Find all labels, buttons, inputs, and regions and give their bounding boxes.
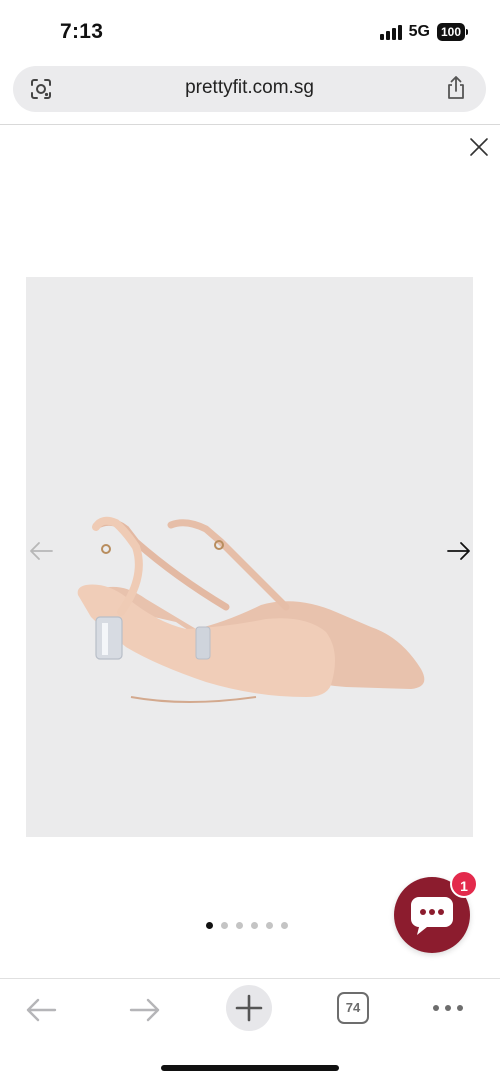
new-tab-button[interactable]: [226, 985, 272, 1031]
url-text[interactable]: prettyfit.com.sg: [13, 77, 486, 99]
pagination-dot[interactable]: [221, 922, 228, 929]
status-bar: 7:13 5G 100: [0, 0, 500, 62]
network-label: 5G: [408, 23, 430, 40]
pagination-dot[interactable]: [206, 922, 213, 929]
chat-badge: 1: [450, 870, 478, 898]
status-time: 7:13: [60, 20, 104, 43]
chat-bubble-icon: [411, 897, 453, 935]
more-icon[interactable]: [432, 1000, 464, 1016]
pagination-dot[interactable]: [281, 922, 288, 929]
pagination-dot[interactable]: [266, 922, 273, 929]
address-bar[interactable]: prettyfit.com.sg: [13, 66, 486, 112]
tabs-button[interactable]: 74: [337, 992, 369, 1024]
arrow-left-icon[interactable]: [28, 540, 54, 562]
share-icon[interactable]: [444, 75, 468, 101]
forward-icon[interactable]: [129, 997, 161, 1023]
battery-level: 100: [436, 23, 465, 41]
home-indicator: [161, 1065, 339, 1071]
plus-icon: [235, 994, 263, 1022]
shoe-image: [77, 516, 425, 703]
browser-toolbar: 74: [0, 979, 500, 1080]
signal-icon: [379, 24, 402, 40]
battery-icon: 100: [436, 23, 468, 41]
close-icon[interactable]: [468, 136, 490, 158]
back-icon[interactable]: [25, 997, 57, 1023]
product-image[interactable]: [26, 277, 473, 837]
pagination-dot[interactable]: [251, 922, 258, 929]
divider: [0, 124, 500, 125]
arrow-right-icon[interactable]: [446, 540, 472, 562]
pagination-dot[interactable]: [236, 922, 243, 929]
pagination-dots: [206, 922, 288, 929]
status-indicators: 5G 100: [379, 23, 468, 41]
